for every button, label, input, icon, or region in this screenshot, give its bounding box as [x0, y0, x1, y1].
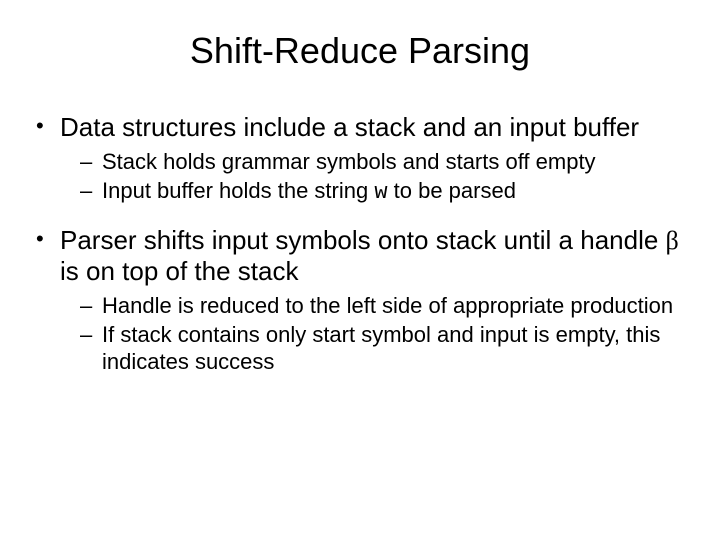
symbol-w: w	[374, 180, 387, 205]
bullet-list: Data structures include a stack and an i…	[36, 112, 690, 376]
sub-item: Input buffer holds the string w to be pa…	[80, 178, 690, 207]
bullet-item: Parser shifts input symbols onto stack u…	[36, 225, 690, 376]
sub-text: Stack holds grammar symbols and starts o…	[102, 149, 596, 174]
bullet-text-post: is on top of the stack	[60, 256, 298, 286]
slide-title: Shift-Reduce Parsing	[30, 30, 690, 72]
slide: Shift-Reduce Parsing Data structures inc…	[0, 0, 720, 540]
sub-text-post: to be parsed	[388, 178, 516, 203]
sub-item: Handle is reduced to the left side of ap…	[80, 293, 690, 320]
sub-list: Stack holds grammar symbols and starts o…	[80, 149, 690, 207]
sub-list: Handle is reduced to the left side of ap…	[80, 293, 690, 375]
sub-item: If stack contains only start symbol and …	[80, 322, 690, 376]
sub-text: Handle is reduced to the left side of ap…	[102, 293, 673, 318]
symbol-beta: β	[666, 226, 679, 255]
sub-text: If stack contains only start symbol and …	[102, 322, 660, 374]
bullet-text: Data structures include a stack and an i…	[60, 112, 639, 142]
sub-item: Stack holds grammar symbols and starts o…	[80, 149, 690, 176]
sub-text-pre: Input buffer holds the string	[102, 178, 374, 203]
bullet-item: Data structures include a stack and an i…	[36, 112, 690, 207]
bullet-text-pre: Parser shifts input symbols onto stack u…	[60, 225, 666, 255]
